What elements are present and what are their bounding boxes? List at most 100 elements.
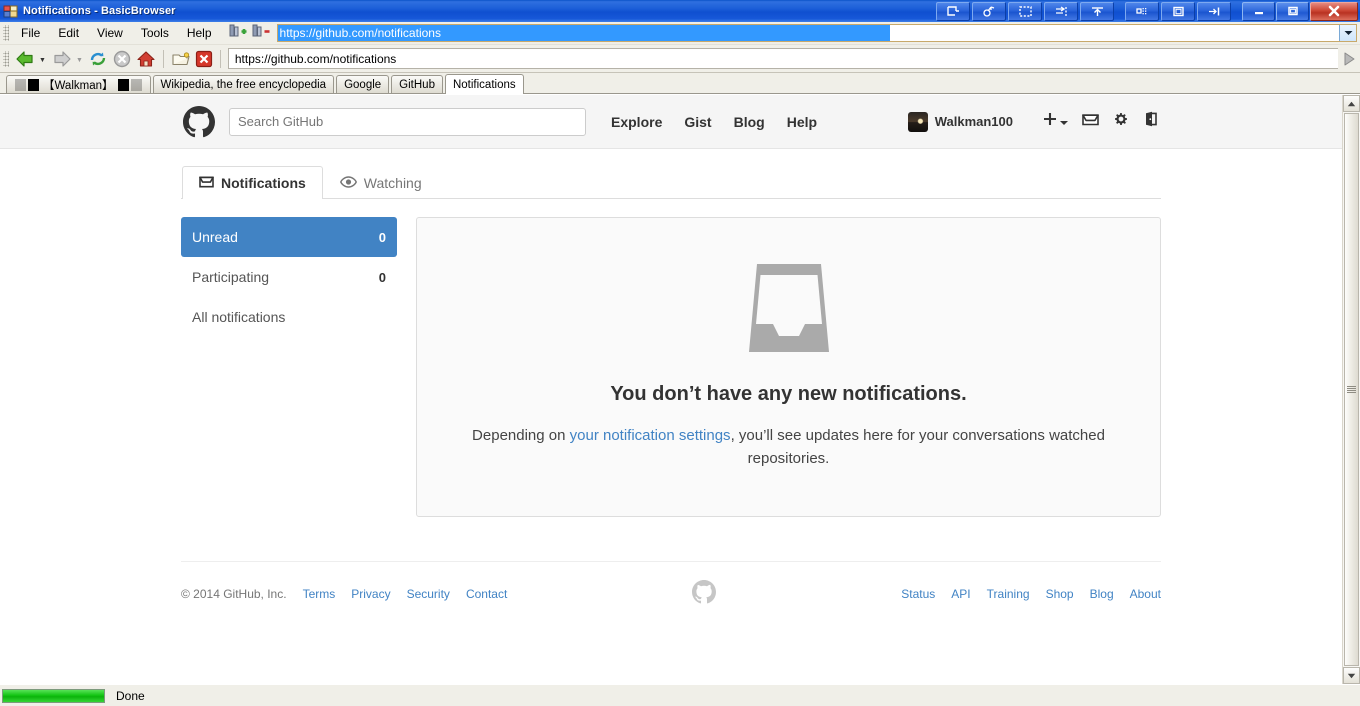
menu-tools[interactable]: Tools: [132, 24, 178, 42]
navigation-toolbar: ▼ ▼ https://github.com/notifications: [0, 45, 1360, 73]
sidebar-item-unread[interactable]: Unread 0: [181, 217, 397, 257]
menu-help[interactable]: Help: [178, 24, 221, 42]
forward-history-button: ▼: [75, 57, 83, 64]
tab-notifications[interactable]: Notifications: [182, 166, 323, 199]
send-to-back-button[interactable]: [1044, 1, 1078, 21]
empty-state-text-after: , you’ll see updates here for your conve…: [730, 427, 1105, 467]
footer-link-status[interactable]: Status: [901, 587, 935, 601]
toolbar-separator-2: [219, 49, 221, 68]
shade-button[interactable]: [972, 1, 1006, 21]
menu-file[interactable]: File: [12, 24, 49, 42]
sidebar-item-label: Unread: [192, 229, 238, 245]
footer-link-training[interactable]: Training: [987, 587, 1030, 601]
bookmark-icon-group: [229, 23, 270, 44]
status-text: Done: [116, 688, 145, 703]
nav-explore[interactable]: Explore: [611, 114, 662, 130]
add-bookmark-icon[interactable]: [229, 23, 247, 44]
address-bar[interactable]: https://github.com/notifications: [227, 48, 1338, 69]
eye-icon: [339, 175, 357, 191]
desktop-button[interactable]: [1125, 1, 1159, 21]
scroll-down-button[interactable]: [1343, 667, 1360, 684]
scrollbar-track[interactable]: [1343, 112, 1360, 667]
page-tab-nav: Notifications Watching: [181, 165, 1161, 199]
sidebar-item-label: Participating: [192, 269, 270, 285]
reload-button[interactable]: [86, 47, 110, 71]
settings-button[interactable]: [1113, 111, 1129, 132]
sidebar-item-participating[interactable]: Participating 0: [181, 257, 397, 297]
inbox-icon: [1082, 112, 1099, 131]
sign-out-button[interactable]: [1143, 111, 1159, 132]
browser-window: Notifications - BasicBrowser File Edit V…: [0, 0, 1360, 706]
close-button[interactable]: [1310, 1, 1358, 21]
maximize-button[interactable]: [1276, 1, 1309, 21]
close-page-button[interactable]: [193, 47, 215, 71]
github-page: Explore Gist Blog Help Walkman100: [0, 95, 1342, 684]
tab-label: Watching: [363, 175, 422, 191]
browser-tab-google[interactable]: Google: [336, 75, 390, 93]
sidebar-item-all-notifications[interactable]: All notifications: [181, 297, 397, 337]
menu-drag-grip[interactable]: [3, 25, 9, 41]
footer-left-links: © 2014 GitHub, Inc. Terms Privacy Securi…: [181, 587, 507, 601]
home-button[interactable]: [134, 47, 158, 71]
sidebar-item-count: 0: [378, 269, 386, 285]
rollup-button[interactable]: [936, 1, 970, 21]
tab-watching[interactable]: Watching: [323, 166, 439, 199]
create-new-button[interactable]: [1043, 112, 1068, 131]
address-dropdown-button[interactable]: [1339, 25, 1357, 41]
notification-settings-link[interactable]: your notification settings: [570, 427, 731, 444]
pin-button[interactable]: [1197, 1, 1231, 21]
menubar-address-field[interactable]: https://github.com/notifications: [276, 24, 1357, 42]
footer-link-api[interactable]: API: [951, 587, 970, 601]
title-bar: Notifications - BasicBrowser: [0, 0, 1360, 22]
progress-bar-fill: [3, 689, 104, 702]
nav-help[interactable]: Help: [787, 114, 817, 130]
unsupported-glyph-icon: [15, 78, 26, 91]
tab-label: Notifications: [221, 175, 306, 191]
copyright-label: © 2014 GitHub, Inc.: [181, 586, 287, 601]
restore-size-button[interactable]: [1161, 1, 1195, 21]
notifications-main-panel: You don’t have any new notifications. De…: [416, 217, 1161, 517]
scrollbar-grip: [1347, 386, 1356, 393]
toolbar-separator: [162, 49, 164, 68]
footer-link-security[interactable]: Security: [407, 587, 450, 601]
nav-gist[interactable]: Gist: [684, 114, 711, 130]
browser-tab-wikipedia[interactable]: Wikipedia, the free encyclopedia: [152, 75, 335, 93]
notifications-inbox-button[interactable]: [1082, 112, 1099, 131]
browser-tab-github[interactable]: GitHub: [391, 75, 443, 93]
nav-blog[interactable]: Blog: [734, 114, 765, 130]
go-button[interactable]: [1338, 45, 1360, 72]
inbox-tray-icon: [437, 258, 1140, 361]
scrollbar-thumb[interactable]: [1344, 113, 1359, 666]
always-on-top-button[interactable]: [1080, 1, 1114, 21]
browser-tab-walkman[interactable]: 【Walkman】: [6, 75, 151, 93]
avatar[interactable]: [907, 111, 928, 132]
footer-link-blog[interactable]: Blog: [1090, 587, 1114, 601]
empty-state-text-before: Depending on: [472, 427, 570, 444]
menu-edit[interactable]: Edit: [49, 24, 88, 42]
footer-link-terms[interactable]: Terms: [303, 587, 336, 601]
toolbar-drag-grip[interactable]: [3, 50, 9, 67]
footer-link-privacy[interactable]: Privacy: [351, 587, 390, 601]
page-viewport: Explore Gist Blog Help Walkman100: [0, 94, 1360, 684]
github-mark-icon[interactable]: [183, 105, 215, 138]
footer-link-shop[interactable]: Shop: [1046, 587, 1074, 601]
back-history-button[interactable]: ▼: [39, 57, 46, 64]
search-input[interactable]: [229, 107, 586, 136]
browser-tab-strip: 【Walkman】 Wikipedia, the free encycloped…: [0, 73, 1360, 94]
remove-bookmark-icon[interactable]: [252, 23, 270, 44]
fullscreen-button[interactable]: [1008, 1, 1042, 21]
open-file-button[interactable]: [169, 47, 193, 71]
footer-link-about[interactable]: About: [1130, 587, 1161, 601]
window-extra-buttons: [935, 1, 1358, 21]
menu-view[interactable]: View: [88, 24, 132, 42]
unsupported-glyph-icon: [130, 78, 142, 91]
empty-state-panel: You don’t have any new notifications. De…: [416, 217, 1161, 517]
page-scrollbar[interactable]: [1342, 95, 1360, 684]
minimize-button[interactable]: [1242, 1, 1275, 21]
github-site-header: Explore Gist Blog Help Walkman100: [0, 95, 1342, 149]
username-label[interactable]: Walkman100: [935, 114, 1013, 129]
scroll-up-button[interactable]: [1343, 95, 1360, 112]
browser-tab-notifications[interactable]: Notifications: [444, 74, 524, 94]
footer-link-contact[interactable]: Contact: [466, 587, 507, 601]
back-button[interactable]: [12, 47, 38, 71]
